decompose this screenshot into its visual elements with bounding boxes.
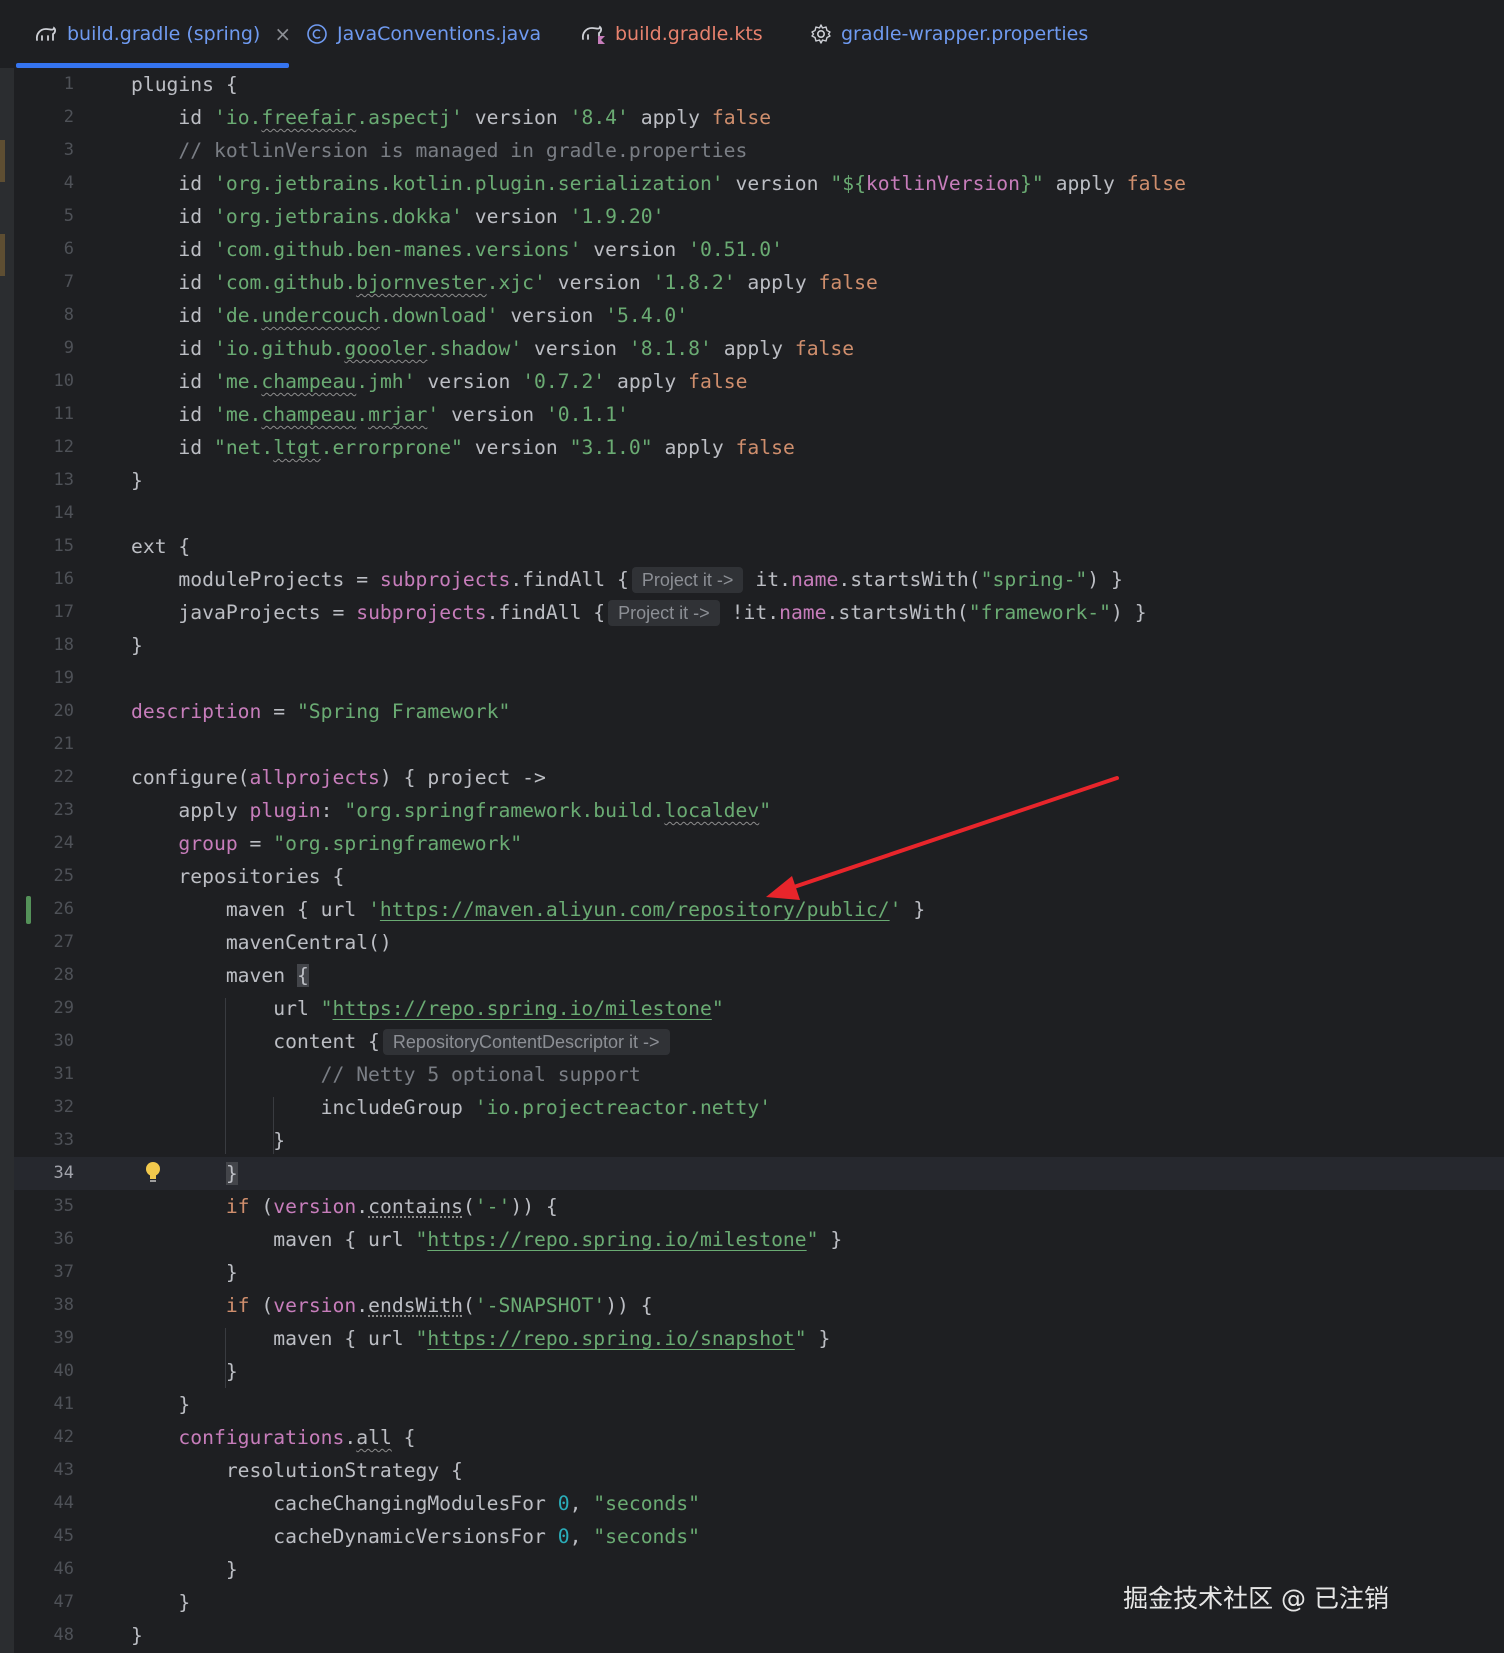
watermark: 掘金技术社区 @ 已注销 — [1123, 1584, 1389, 1613]
annotation-arrow — [766, 776, 1119, 900]
